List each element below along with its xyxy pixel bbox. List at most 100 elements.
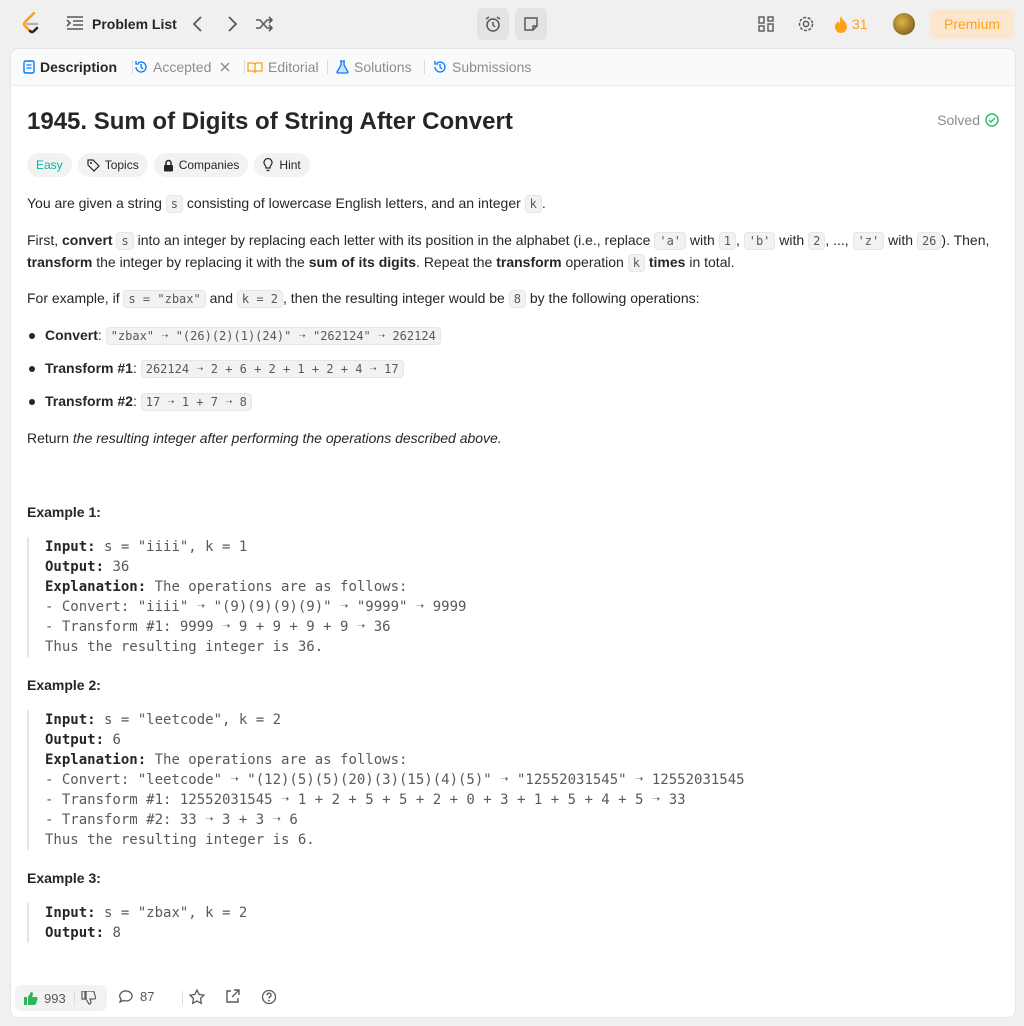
output-label: Output: [45,559,105,575]
panel-tabs: Description Accepted Editorial Solutions… [11,49,1015,86]
tab-submissions[interactable]: Submissions [433,49,531,85]
comment-icon [119,989,133,1003]
premium-button[interactable]: Premium [930,9,1014,39]
inline-code: 17 ➝ 1 + 7 ➝ 8 [140,393,252,411]
settings-button[interactable] [794,12,818,36]
text: the integer by replacing it with the [92,254,309,270]
inline-code: 26 [916,232,942,250]
example-output: Output: 6 [45,730,745,750]
user-avatar[interactable] [893,13,915,35]
list-item: Transform #2: 17 ➝ 1 + 7 ➝ 8 [27,391,252,413]
output-value: 36 [112,559,130,575]
tab-editorial-label: Editorial [268,59,319,75]
problem-list-button[interactable]: Problem List [66,12,177,36]
text: in total. [685,254,735,270]
bold-text: transform [496,254,562,270]
external-link-icon [226,989,240,1003]
example-heading: Example 1: [27,504,101,520]
top-navbar: Problem List 31 Premium [0,0,1024,48]
inline-code: "zbax" ➝ "(26)(2)(1)(24)" ➝ "262124" ➝ 2… [105,327,441,345]
shuffle-icon [256,16,273,32]
note-icon [524,17,538,31]
leetcode-logo-icon[interactable] [20,12,44,36]
hint-button[interactable]: Hint [254,153,310,177]
problem-list-label: Problem List [92,16,177,32]
inline-code: 2 [808,232,826,250]
chevron-left-icon [192,16,202,32]
explanation-label: Explanation: [45,752,147,768]
companies-button[interactable]: Companies [153,153,249,177]
tab-divider [424,60,425,74]
close-tab-icon[interactable] [220,59,230,75]
lock-icon [163,159,173,171]
bold-text: convert [62,232,113,248]
like-button[interactable]: 993 [15,985,66,1011]
timer-button[interactable] [477,8,509,40]
example-input: Input: s = "zbax", k = 2 [45,903,247,923]
tab-submissions-label: Submissions [452,59,532,75]
topics-button[interactable]: Topics [77,153,148,177]
thumbs-down-icon [81,991,96,1005]
output-label: Output: [45,925,105,941]
text: consisting of lowercase English letters,… [183,195,525,211]
text: ). Then, [941,232,990,248]
text: : [97,327,106,343]
companies-label: Companies [178,158,240,172]
favorite-button[interactable] [189,989,205,1005]
bold-text: times [644,254,686,270]
inline-code: 8 [508,290,526,308]
inline-code: s [116,232,134,250]
text: by the following operations: [525,290,700,306]
streak-count: 31 [852,16,868,32]
tab-editorial[interactable]: Editorial [247,49,319,85]
problem-tags: Easy Topics Companies Hint [27,153,310,177]
input-value: s = "leetcode", k = 2 [104,712,282,728]
text: : [132,360,141,376]
inline-code: k = 2 [236,290,283,308]
tab-solutions-label: Solutions [354,59,412,75]
text: First, [27,232,62,248]
inline-code: 262124 ➝ 2 + 6 + 2 + 1 + 2 + 4 ➝ 17 [140,360,404,378]
inline-code: 'a' [654,232,687,250]
bold-text: Transform #2 [45,393,133,409]
chevron-right-icon [228,16,238,32]
tab-divider [132,60,133,74]
document-icon [23,60,35,74]
help-button[interactable] [261,989,277,1005]
problem-title: 1945. Sum of Digits of String After Conv… [27,108,513,135]
example-heading: Example 3: [27,870,101,886]
tab-accepted[interactable]: Accepted [134,49,230,85]
input-label: Input: [45,712,96,728]
random-problem-button[interactable] [252,12,276,36]
like-count: 993 [44,990,66,1006]
paragraph: First, convert s into an integer by repl… [27,230,999,274]
comment-count: 87 [140,989,155,1004]
output-label: Output: [45,732,105,748]
share-button[interactable] [225,989,240,1004]
prev-problem-button[interactable] [186,12,210,36]
list-icon [66,15,84,34]
notes-button[interactable] [515,8,547,40]
dislike-button[interactable] [73,990,96,1006]
example-input: Input: s = "iiii", k = 1 [45,537,466,557]
text: , ..., [825,232,853,248]
tab-description-label: Description [40,59,118,75]
streak-counter[interactable]: 31 [834,12,868,36]
example-block: Input: s = "leetcode", k = 2 Output: 6 E… [27,710,745,850]
inline-code: s = "zbax" [123,290,206,308]
difficulty-badge: Easy [27,153,72,177]
italic-text: the resulting integer after performing t… [72,430,502,446]
tab-description[interactable]: Description [23,49,117,85]
tab-accepted-label: Accepted [153,59,212,75]
layout-button[interactable] [754,12,778,36]
example-heading: Example 2: [27,677,101,693]
bold-text: Transform #1 [45,360,133,376]
topics-label: Topics [104,158,139,172]
comments-button[interactable]: 87 [119,989,154,1004]
tab-divider [327,60,328,74]
next-problem-button[interactable] [220,12,244,36]
text: with [686,232,719,248]
output-value: 6 [112,732,121,748]
text: You are given a string [27,195,166,211]
tab-solutions[interactable]: Solutions [336,49,412,85]
